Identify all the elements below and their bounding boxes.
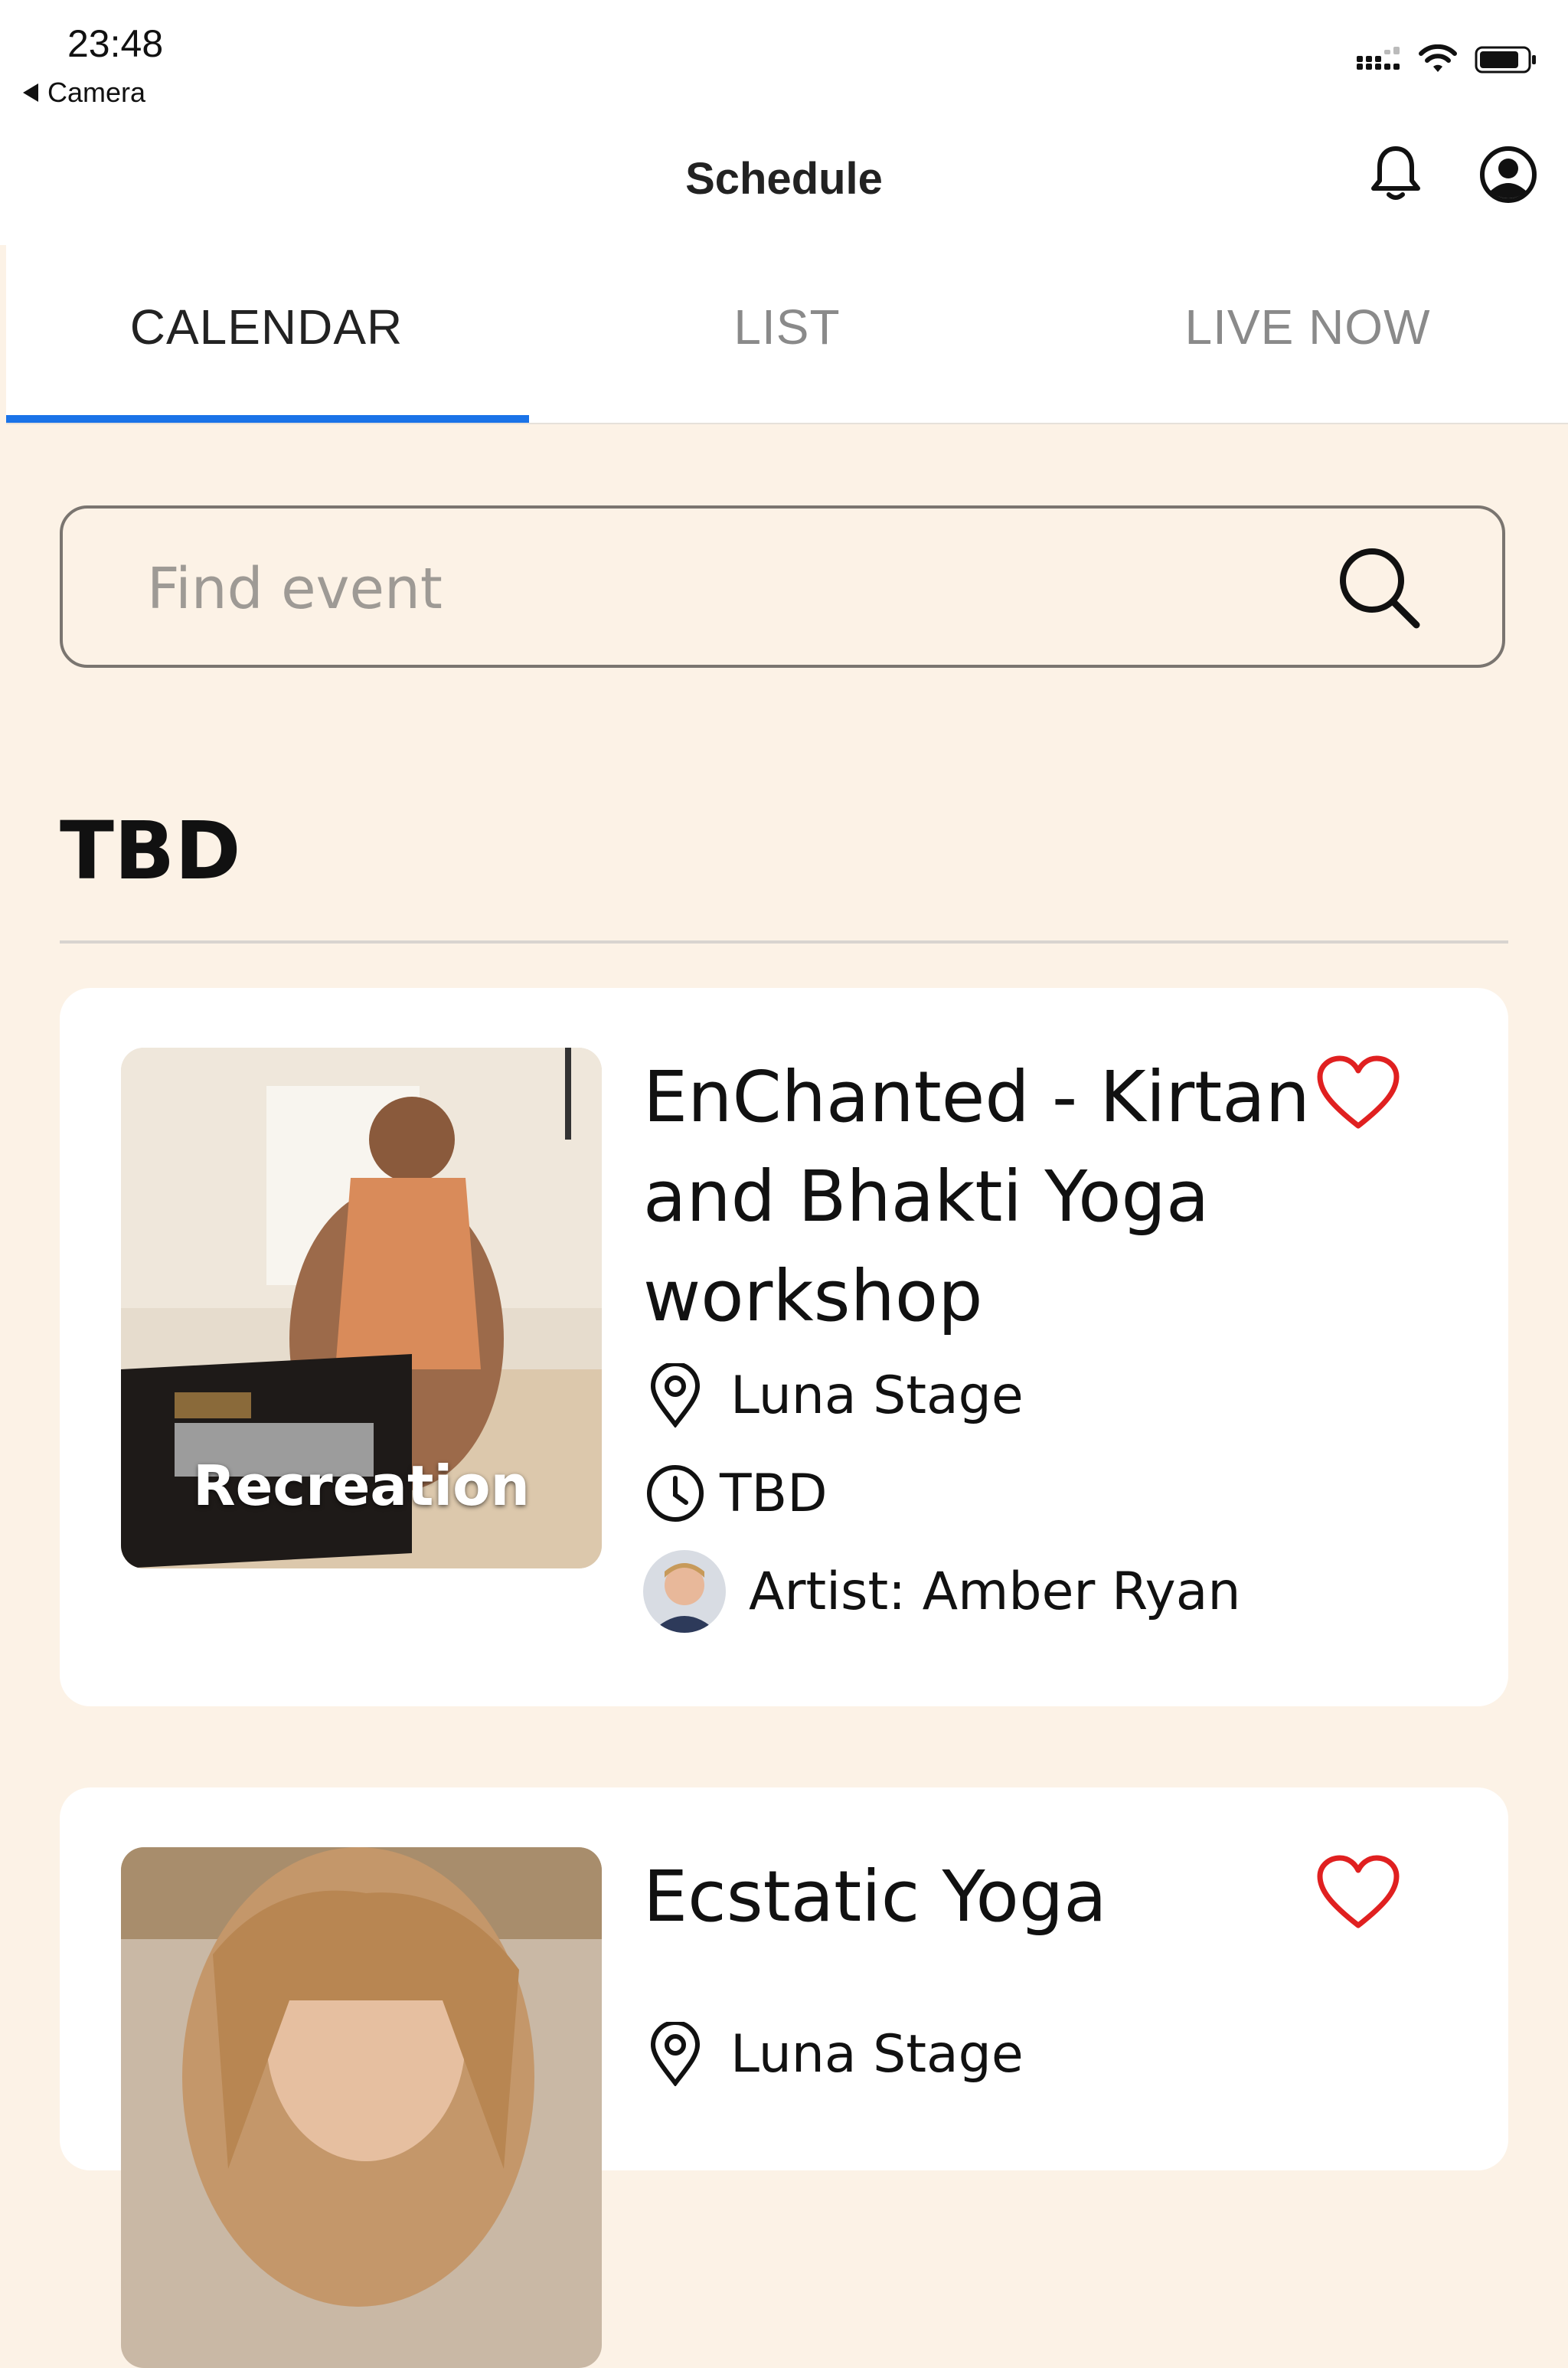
battery-icon [1475,46,1536,74]
event-thumbnail [121,1847,602,2368]
search-field[interactable]: Find event [60,505,1505,668]
status-bar: 23:48 Camera [0,0,1568,123]
event-location: Luna Stage [730,1365,1024,1426]
back-to-camera-link[interactable]: Camera [23,77,145,109]
status-time: 23:48 [67,22,164,65]
event-card[interactable]: Recreation EnChanted - Kirtan and Bhakti… [60,988,1508,1706]
search-input[interactable]: Find event [147,556,443,622]
location-pin-icon [643,2022,707,2086]
back-link-label: Camera [47,77,146,108]
bell-icon[interactable] [1369,144,1423,202]
event-location-row: Luna Stage [643,1363,1024,1428]
location-pin-icon [643,1363,707,1428]
event-card[interactable]: Ecstatic Yoga Luna Stage [60,1787,1508,2368]
event-title[interactable]: Ecstatic Yoga [643,1847,1317,1947]
search-icon[interactable] [1334,542,1426,634]
event-category-label: Recreation [193,1454,530,1518]
artist-avatar [643,1550,726,1633]
status-icons [1357,44,1537,75]
tab-bar: CALENDAR LIST LIVE NOW [6,245,1568,424]
section-heading: TBD [60,804,241,898]
page-title: Schedule [685,154,883,204]
event-time: TBD [720,1463,828,1524]
favorite-heart-icon[interactable] [1315,1055,1401,1132]
section-divider [60,940,1508,944]
cellular-signal-icon [1357,47,1400,70]
tab-calendar[interactable]: CALENDAR [6,299,527,355]
event-thumbnail: Recreation [121,1048,602,1568]
event-location: Luna Stage [730,2023,1024,2085]
event-artist: Artist: Amber Ryan [749,1561,1241,1622]
event-location-row: Luna Stage [643,2022,1024,2086]
active-tab-indicator [6,415,529,423]
event-photo [121,1847,602,2368]
favorite-heart-icon[interactable] [1315,1855,1401,1931]
event-time-row: TBD [643,1461,828,1526]
back-arrow-icon [23,83,38,102]
tab-live-now[interactable]: LIVE NOW [1047,299,1568,355]
account-circle-icon[interactable] [1478,144,1539,205]
wifi-icon [1419,44,1457,72]
tab-list[interactable]: LIST [527,299,1047,355]
event-title[interactable]: EnChanted - Kirtan and Bhakti Yoga works… [643,1048,1317,1346]
clock-icon [643,1461,707,1526]
app-header: Schedule [0,123,1568,245]
event-artist-row: Artist: Amber Ryan [643,1550,1241,1633]
